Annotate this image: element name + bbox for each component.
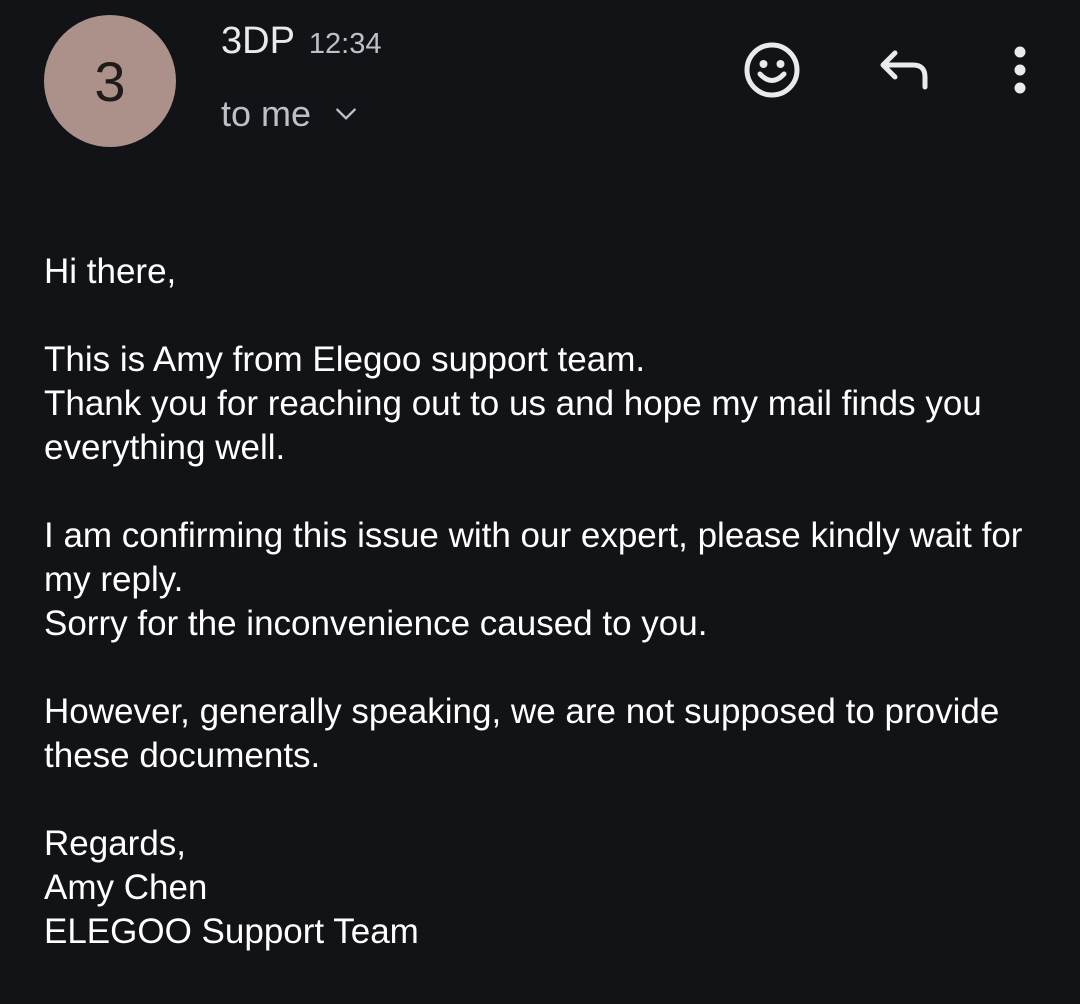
intro-text: This is Amy from Elegoo support team.	[44, 340, 646, 379]
add-reaction-button[interactable]	[738, 38, 806, 106]
more-vertical-icon	[1013, 46, 1027, 99]
emoji-icon	[743, 41, 801, 104]
recipient-label: to me	[221, 93, 312, 134]
sent-time: 12:34	[308, 28, 382, 60]
more-options-button[interactable]	[996, 38, 1044, 106]
thanks-text: Thank you for reaching out to us and hop…	[44, 384, 982, 467]
recipient-details-toggle[interactable]: to me	[221, 93, 359, 135]
signature-team: ELEGOO Support Team	[44, 912, 419, 951]
chevron-down-icon	[333, 101, 359, 127]
sender-name[interactable]: 3DP	[221, 20, 295, 63]
confirming-text: I am confirming this issue with our expe…	[44, 516, 1023, 599]
documents-text: However, generally speaking, we are not …	[44, 692, 1000, 775]
sender-line: 3DP 12:34	[221, 20, 382, 63]
signoff-text: Regards,	[44, 824, 187, 863]
greeting-text: Hi there,	[44, 252, 177, 291]
apology-text: Sorry for the inconvenience caused to yo…	[44, 604, 708, 643]
reply-button[interactable]	[872, 40, 936, 104]
message-body: Hi there, This is Amy from Elegoo suppor…	[44, 250, 1034, 954]
signature-name: Amy Chen	[44, 868, 208, 907]
avatar-letter: 3	[94, 49, 126, 113]
reply-icon	[877, 47, 931, 98]
sender-avatar[interactable]: 3	[44, 15, 176, 147]
